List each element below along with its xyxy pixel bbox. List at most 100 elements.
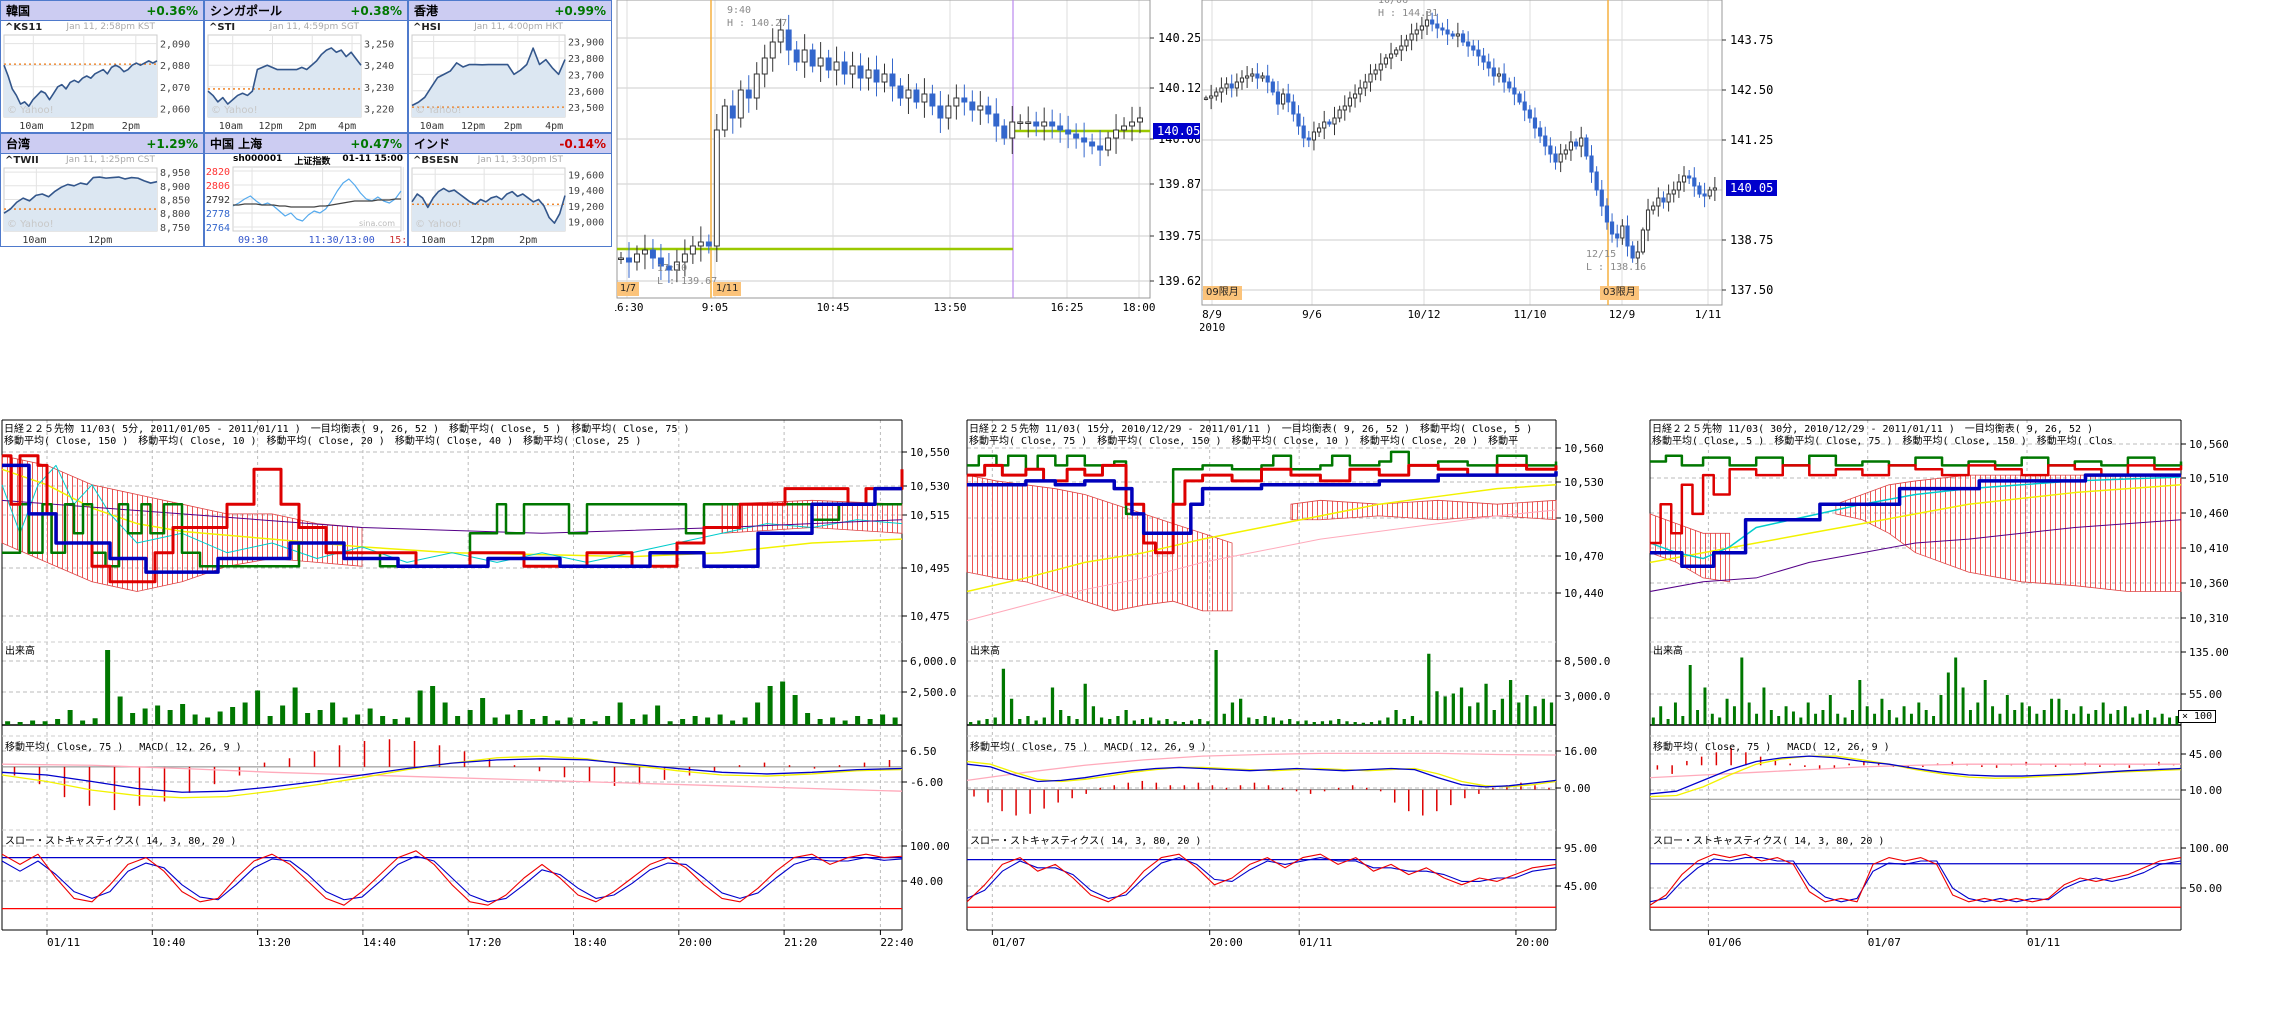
svg-text:2764: 2764: [206, 223, 230, 234]
svg-text:10,495: 10,495: [910, 562, 950, 575]
svg-text:01/07: 01/07: [992, 936, 1025, 949]
yahoo-watermark: © Yahoo!: [415, 219, 462, 230]
market-card-header: インド -0.14%: [409, 134, 611, 154]
svg-text:2pm: 2pm: [122, 121, 140, 132]
svg-text:13:50: 13:50: [933, 301, 966, 314]
svg-text:9:05: 9:05: [702, 301, 729, 314]
chart-title-row2: 移動平均( Close, 150 ) 移動平均( Close, 10 ) 移動平…: [4, 432, 899, 447]
ticker-symbol: ^STI: [209, 22, 235, 33]
svg-text:01/11: 01/11: [2027, 936, 2060, 949]
svg-text:20:00: 20:00: [1210, 936, 1243, 949]
low-annotation: 17:10L : 139.67: [657, 262, 717, 288]
svg-text:10,560: 10,560: [1564, 442, 1604, 455]
svg-text:19,000: 19,000: [568, 218, 604, 229]
svg-text:10,500: 10,500: [1564, 512, 1604, 525]
svg-text:01/07: 01/07: [1868, 936, 1901, 949]
svg-text:12pm: 12pm: [70, 121, 94, 132]
svg-text:139.62: 139.62: [1158, 274, 1201, 288]
daily-candle-chart: 143.75142.50141.25138.75137.508/99/610/1…: [1200, 0, 1788, 345]
last-price-box: 140.05: [1153, 123, 1201, 139]
svg-text:01/06: 01/06: [1708, 936, 1741, 949]
market-name: 中国 上海: [210, 135, 262, 152]
sina-watermark: sina.com: [359, 219, 395, 228]
volume-pane-label: 出来高: [1653, 642, 1683, 657]
svg-text:55.00: 55.00: [2189, 688, 2222, 701]
svg-text:16:25: 16:25: [1050, 301, 1083, 314]
intraday-candle-chart: 140.25140.12140.00139.87139.75139.6216:3…: [615, 0, 1201, 340]
market-card-header: 韓国 +0.36%: [1, 1, 203, 21]
tech-chart-30min: 日経２２５先物 11/03( 30分, 2010/12/29 - 2011/01…: [1648, 418, 2242, 963]
svg-text:01/11: 01/11: [1299, 936, 1332, 949]
contract-month-box: 03限月: [1600, 286, 1639, 300]
svg-text:10:45: 10:45: [816, 301, 849, 314]
svg-text:16.00: 16.00: [1564, 745, 1597, 758]
stochastics-pane-label: スロー・ストキャスティクス( 14, 3, 80, 20 ): [970, 832, 1201, 847]
market-change-badge: +0.47%: [350, 137, 402, 151]
svg-text:20:00: 20:00: [679, 936, 712, 949]
market-card-header: 香港 +0.99%: [409, 1, 611, 21]
svg-text:8,950: 8,950: [160, 168, 190, 179]
svg-text:139.75: 139.75: [1158, 229, 1201, 243]
market-card-taiwan[interactable]: 台湾 +1.29% 8,9508,9008,8508,8008,75010am1…: [0, 133, 204, 247]
svg-text:2778: 2778: [206, 209, 230, 220]
svg-text:01/11: 01/11: [47, 936, 80, 949]
market-card-header: 中国 上海 +0.47%: [205, 134, 407, 154]
svg-text:19,600: 19,600: [568, 170, 604, 181]
svg-text:18:40: 18:40: [574, 936, 607, 949]
svg-text:11:30/13:00: 11:30/13:00: [309, 235, 375, 246]
svg-text:10,410: 10,410: [2189, 542, 2229, 555]
svg-text:100.00: 100.00: [2189, 842, 2229, 855]
svg-text:138.75: 138.75: [1730, 233, 1773, 247]
tech-chart-15min: 日経２２５先物 11/03( 15分, 2010/12/29 - 2011/01…: [965, 418, 1617, 963]
macd-pane-label: 移動平均( Close, 75 ) MACD( 12, 26, 9 ): [5, 738, 242, 753]
quote-timestamp: Jan 11, 4:00pm HKT: [474, 22, 563, 32]
market-change-badge: +0.36%: [146, 4, 198, 18]
market-card-header: シンガポール +0.38%: [205, 1, 407, 21]
mini-line-chart: 2820280627922778276409:3011:30/13:0015:0…: [205, 154, 407, 246]
svg-text:14:40: 14:40: [363, 936, 396, 949]
svg-text:2,080: 2,080: [160, 61, 190, 72]
quote-timestamp: Jan 11, 4:59pm SGT: [270, 22, 359, 32]
svg-text:2,500.0: 2,500.0: [910, 686, 956, 699]
svg-text:09:30: 09:30: [238, 235, 268, 246]
svg-text:23,500: 23,500: [568, 103, 604, 114]
svg-text:23,800: 23,800: [568, 54, 604, 65]
ticker-symbol: ^KS11: [5, 22, 42, 33]
mini-chart-area: 8,9508,9008,8508,8008,75010am12pm ^TWII …: [1, 154, 203, 246]
market-card-india[interactable]: インド -0.14% 19,60019,40019,20019,00010am1…: [408, 133, 612, 247]
market-card-hongkong[interactable]: 香港 +0.99% 23,90023,80023,70023,60023,500…: [408, 0, 612, 133]
session-date-box: 1/11: [713, 282, 741, 296]
svg-text:95.00: 95.00: [1564, 842, 1597, 855]
svg-text:8,500.0: 8,500.0: [1564, 655, 1610, 668]
market-card-korea[interactable]: 韓国 +0.36% 2,0902,0802,0702,06010am12pm2p…: [0, 0, 204, 133]
tech-chart-5min: 日経２２５先物 11/03( 5分, 2011/01/05 - 2011/01/…: [0, 418, 963, 963]
market-name: 韓国: [6, 2, 30, 19]
ticker-symbol: ^BSESN: [413, 155, 459, 166]
market-card-singapore[interactable]: シンガポール +0.38% 3,2503,2403,2303,22010am12…: [204, 0, 408, 133]
macd-pane-label: 移動平均( Close, 75 ) MACD( 12, 26, 9 ): [1653, 738, 1890, 753]
asian-markets-grid: 韓国 +0.36% 2,0902,0802,0702,06010am12pm2p…: [0, 0, 614, 247]
svg-text:2pm: 2pm: [298, 121, 316, 132]
svg-text:10am: 10am: [219, 121, 243, 132]
svg-text:2,070: 2,070: [160, 83, 190, 94]
high-annotation: 9:40H : 140.27: [727, 4, 787, 30]
svg-text:8,750: 8,750: [160, 223, 190, 234]
svg-text:10:40: 10:40: [152, 936, 185, 949]
svg-text:3,000.0: 3,000.0: [1564, 690, 1610, 703]
last-price-box: 140.05: [1726, 180, 1777, 196]
volume-multiplier-box: × 100: [2178, 710, 2216, 723]
svg-text:2,060: 2,060: [160, 104, 190, 115]
svg-text:45.00: 45.00: [2189, 748, 2222, 761]
svg-text:100.00: 100.00: [910, 840, 950, 853]
market-name: インド: [414, 135, 450, 152]
svg-text:8/9: 8/9: [1202, 308, 1222, 321]
svg-text:2792: 2792: [206, 195, 230, 206]
sina-timestamp: 01-11 15:00: [342, 154, 403, 167]
mini-chart-area: 2820280627922778276409:3011:30/13:0015:0…: [205, 154, 407, 246]
market-card-shanghai[interactable]: 中国 上海 +0.47% 2820280627922778276409:3011…: [204, 133, 408, 247]
mini-chart-area: 23,90023,80023,70023,60023,50010am12pm2p…: [409, 21, 611, 132]
svg-text:23,900: 23,900: [568, 38, 604, 49]
sina-symbol: sh000001: [233, 154, 282, 167]
yahoo-watermark: © Yahoo!: [211, 105, 258, 116]
svg-text:3,250: 3,250: [364, 40, 394, 51]
